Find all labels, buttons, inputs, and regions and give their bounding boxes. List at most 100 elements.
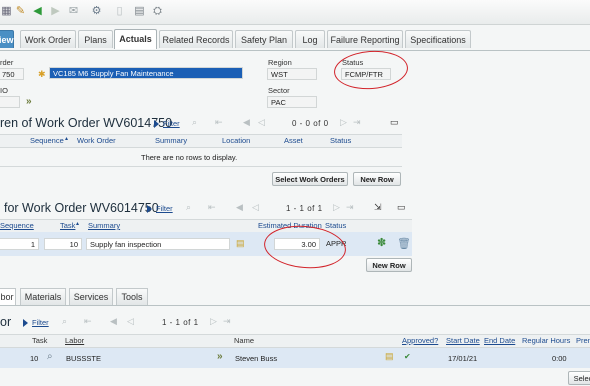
col-end-date[interactable]: End Date — [484, 336, 515, 345]
col-sequence[interactable]: Sequence — [30, 136, 64, 145]
col-status[interactable]: Status — [325, 221, 346, 230]
tab-materials[interactable]: Materials — [20, 288, 66, 305]
col-approved[interactable]: Approved? — [402, 336, 438, 345]
sort-icon[interactable]: ▴ — [65, 135, 68, 142]
col-premium[interactable]: Prem — [576, 336, 590, 345]
previous-row-icon[interactable]: ◁ — [127, 316, 134, 327]
col-task[interactable]: Task — [32, 336, 47, 345]
col-labor[interactable]: Labor — [65, 336, 84, 345]
col-work-order[interactable]: Work Order — [77, 136, 116, 145]
children-filter-link[interactable]: Filter — [163, 119, 180, 128]
task-sequence-field[interactable]: 1 — [0, 238, 39, 250]
col-task[interactable]: Task — [60, 221, 75, 230]
report-icon[interactable]: ▤ — [133, 5, 146, 18]
tab-view[interactable]: iew — [0, 30, 14, 48]
tab-failure-reporting[interactable]: Failure Reporting — [327, 30, 403, 48]
labor-filter-link[interactable]: Filter — [32, 318, 49, 327]
next-page-icon[interactable]: ▷ — [340, 117, 347, 128]
region-label: Region — [268, 58, 292, 67]
col-status[interactable]: Status — [330, 136, 351, 145]
tab-plans[interactable]: Plans — [78, 30, 113, 48]
second-field[interactable] — [0, 96, 20, 108]
col-sequence[interactable]: Sequence — [0, 221, 34, 230]
col-location[interactable]: Location — [222, 136, 250, 145]
last-page-icon[interactable]: ⇥ — [223, 316, 231, 327]
tab-labor[interactable]: bor — [0, 288, 16, 305]
sort-icon[interactable]: ▴ — [76, 220, 79, 227]
next-page-icon[interactable]: ▷ — [210, 316, 217, 327]
long-description-icon[interactable]: ▤ — [385, 351, 394, 362]
first-page-icon[interactable]: ⇤ — [208, 202, 216, 213]
assignment-icon[interactable]: ✽ — [377, 236, 386, 249]
filter-toggle-icon[interactable] — [147, 205, 152, 213]
last-page-icon[interactable]: ⇥ — [353, 117, 361, 128]
col-summary[interactable]: Summary — [155, 136, 187, 145]
long-description-icon[interactable]: ✱ — [38, 69, 46, 80]
tools-icon[interactable]: ⛭ — [151, 5, 164, 18]
region-field[interactable]: WST — [267, 68, 317, 80]
task-number-field[interactable]: 10 — [44, 238, 82, 250]
col-summary[interactable]: Summary — [88, 221, 120, 230]
route-workflow-icon[interactable]: ⚙ — [90, 5, 103, 18]
col-name[interactable]: Name — [234, 336, 254, 345]
forward-arrow-icon[interactable]: ▶ — [49, 5, 62, 18]
select-labor-button[interactable]: Selec — [568, 371, 590, 385]
tab-safety-plan[interactable]: Safety Plan — [235, 30, 293, 48]
expand-table-icon[interactable]: ▭ — [390, 117, 399, 128]
download-icon[interactable]: ⇲ — [374, 202, 382, 213]
labor-start-date-value: 17/01/21 — [448, 354, 478, 363]
mail-icon[interactable]: ✉ — [67, 5, 80, 18]
work-order-label: rder — [0, 58, 14, 67]
search-icon[interactable]: ⌕ — [62, 316, 67, 327]
col-regular-hours[interactable]: Regular Hours — [522, 336, 570, 345]
expand-table-icon[interactable]: ▭ — [397, 202, 406, 213]
search-icon[interactable]: ⌕ — [186, 202, 191, 213]
search-icon[interactable]: ⌕ — [47, 351, 53, 362]
filter-toggle-icon[interactable] — [23, 319, 28, 327]
tasks-filter-link[interactable]: Filter — [156, 204, 173, 213]
description-field[interactable]: VC185 M6 Supply Fan Maintenance — [49, 67, 243, 79]
task-summary-field[interactable]: Supply fan inspection — [86, 238, 230, 250]
tab-related-records[interactable]: Related Records — [159, 30, 233, 48]
previous-page-icon[interactable]: ◀ — [243, 117, 250, 128]
tab-specifications[interactable]: Specifications — [405, 30, 471, 48]
edit-pencil-icon[interactable]: ✎ — [14, 5, 27, 18]
labor-name-value: Steven Buss — [235, 354, 278, 363]
previous-page-icon[interactable]: ◀ — [236, 202, 243, 213]
tab-log[interactable]: Log — [295, 30, 325, 48]
select-work-orders-button[interactable]: Select Work Orders — [272, 172, 348, 186]
back-arrow-icon[interactable]: ◀ — [31, 5, 44, 18]
tasks-pager: 1 - 1 of 1 — [286, 204, 323, 213]
previous-row-icon[interactable]: ◁ — [252, 202, 259, 213]
divider — [0, 166, 402, 167]
delete-trash-icon[interactable]: 🗑 — [397, 237, 411, 250]
labor-pager: 1 - 1 of 1 — [162, 318, 199, 327]
sector-field[interactable]: PAC — [267, 96, 317, 108]
labor-code-value: BUSSSTE — [66, 354, 102, 363]
sector-label: Sector — [268, 86, 290, 95]
col-start-date[interactable]: Start Date — [446, 336, 480, 345]
document-icon[interactable]: ▯ — [113, 5, 126, 18]
filter-toggle-icon[interactable] — [154, 120, 159, 128]
tab-services[interactable]: Services — [69, 288, 113, 305]
previous-row-icon[interactable]: ◁ — [258, 117, 265, 128]
labor-regular-hours-value: 0:00 — [552, 354, 567, 363]
save-icon[interactable]: ▦ — [0, 5, 13, 18]
previous-page-icon[interactable]: ◀ — [110, 316, 117, 327]
tab-actuals[interactable]: Actuals — [114, 29, 157, 49]
next-page-icon[interactable]: ▷ — [333, 202, 340, 213]
work-order-field[interactable]: 750 — [0, 68, 24, 80]
detail-menu-icon[interactable]: » — [217, 351, 223, 362]
detail-menu-icon[interactable]: » — [26, 96, 32, 107]
long-description-icon[interactable]: ▤ — [236, 238, 245, 249]
first-page-icon[interactable]: ⇤ — [215, 117, 223, 128]
new-row-button[interactable]: New Row — [353, 172, 401, 186]
tab-work-order[interactable]: Work Order — [20, 30, 76, 48]
col-asset[interactable]: Asset — [284, 136, 303, 145]
last-page-icon[interactable]: ⇥ — [346, 202, 354, 213]
tab-tools[interactable]: Tools — [116, 288, 148, 305]
new-row-button[interactable]: New Row — [366, 258, 412, 272]
second-label: IO — [0, 86, 8, 95]
first-page-icon[interactable]: ⇤ — [84, 316, 92, 327]
search-icon[interactable]: ⌕ — [192, 117, 197, 128]
